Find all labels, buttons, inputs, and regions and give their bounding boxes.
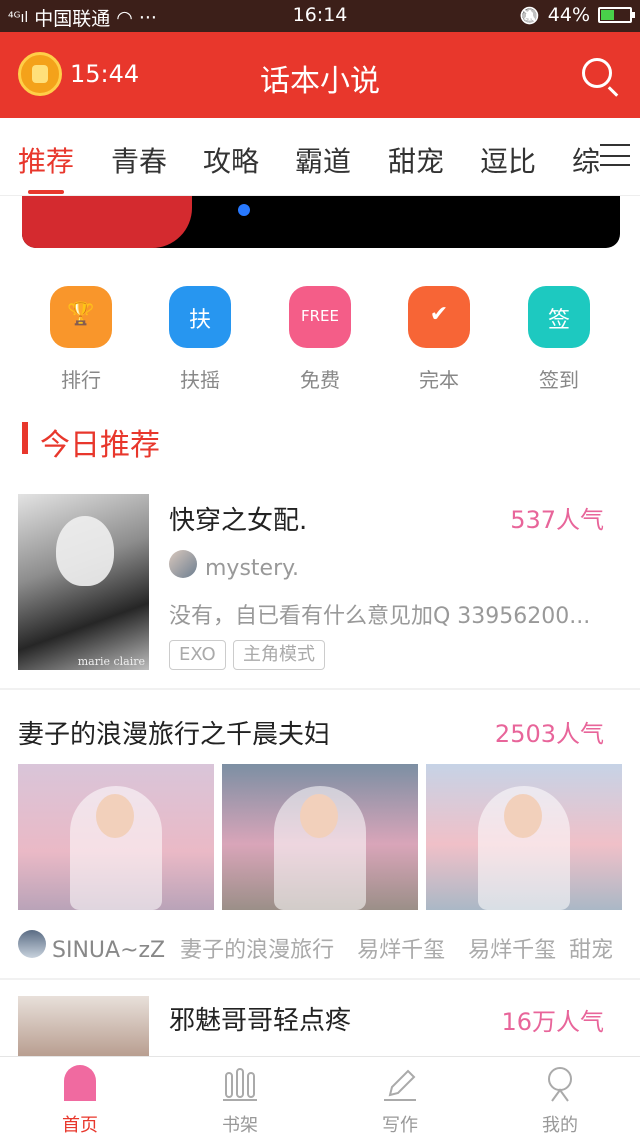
nav-home[interactable]: 首页 [0, 1057, 160, 1138]
divider [0, 688, 640, 690]
ranking-button[interactable]: 🏆 [50, 286, 112, 348]
popularity-count: 2503人气 [494, 720, 604, 748]
book-cover[interactable] [18, 996, 149, 1058]
book-title[interactable]: 邪魅哥哥轻点疼 [169, 1000, 351, 1037]
book-meta: SINUA~zZ 妻子的浪漫旅行 易烊千玺 易烊千玺 甜宠 [52, 932, 613, 964]
tab-sweet[interactable]: 甜宠 [388, 140, 444, 180]
search-icon[interactable] [582, 58, 612, 88]
trophy-icon: 🏆 [67, 302, 95, 327]
home-icon [64, 1065, 96, 1101]
fuyao-label: 扶摇 [180, 368, 220, 392]
app-title: 话本小说 [260, 64, 380, 99]
profile-icon [548, 1067, 572, 1102]
nav-label: 写作 [382, 1115, 418, 1136]
fuyao-icon: 扶 [188, 308, 211, 333]
popularity-count: 537人气 [510, 506, 604, 534]
fuyao-button[interactable]: 扶 [169, 286, 231, 348]
tab-variety[interactable]: 综 [572, 140, 600, 180]
nav-bookshelf[interactable]: 书架 [160, 1057, 320, 1138]
author-avatar[interactable] [18, 930, 46, 958]
tag-chip[interactable]: EXO [169, 640, 226, 670]
author-avatar[interactable] [169, 550, 197, 578]
nav-label: 首页 [62, 1115, 98, 1136]
status-bar: ⁴ᴳıl 中国联通 ◠ ··· 16:14 🔕 44% [0, 0, 640, 32]
tag-link[interactable]: 易烊千玺 [357, 938, 445, 963]
carousel-indicator [238, 204, 250, 216]
active-tab-indicator [28, 190, 64, 194]
cover-image[interactable] [222, 764, 418, 910]
nav-profile[interactable]: 我的 [480, 1057, 640, 1138]
section-marker [22, 422, 28, 454]
tab-domineering[interactable]: 霸道 [295, 140, 351, 180]
tab-youth[interactable]: 青春 [111, 140, 167, 180]
checkin-button[interactable]: 签 [528, 286, 590, 348]
author-name[interactable]: SINUA~zZ [52, 938, 165, 963]
bell-muted-icon: 🔕 [519, 5, 540, 25]
cover-image[interactable] [18, 764, 214, 910]
free-button[interactable]: FREE [289, 286, 351, 348]
tab-recommend[interactable]: 推荐 [18, 140, 74, 180]
free-icon: FREE [300, 307, 339, 325]
tab-strategy[interactable]: 攻略 [203, 140, 259, 180]
pen-icon [384, 1069, 416, 1101]
book-title[interactable]: 妻子的浪漫旅行之千晨夫妇 [18, 714, 330, 751]
tag-link[interactable]: 妻子的浪漫旅行 [180, 938, 334, 963]
status-right: 🔕 44% [519, 4, 635, 26]
completed-label: 完本 [419, 368, 459, 392]
section-title: 今日推荐 [40, 428, 160, 463]
battery-icon [598, 7, 635, 23]
check-icon: ✔ [429, 302, 449, 327]
free-label: 免费 [300, 368, 340, 392]
cover-image[interactable] [426, 764, 622, 910]
tab-funny[interactable]: 逗比 [480, 140, 536, 180]
nav-write[interactable]: 写作 [320, 1057, 480, 1138]
cover-caption: marie claire [77, 655, 145, 668]
battery-percent: 44% [547, 4, 590, 26]
tag-chip[interactable]: 主角模式 [233, 640, 325, 670]
menu-icon[interactable] [600, 144, 630, 166]
category-tabs: 推荐 青春 攻略 霸道 甜宠 逗比 综 [0, 118, 640, 196]
bottom-nav: 首页 书架 写作 我的 [0, 1056, 640, 1138]
book-cover[interactable]: marie claire [18, 494, 149, 670]
book-description: 没有，自已看有什么意见加Q 33956200... [169, 604, 591, 629]
checkin-label: 签到 [539, 368, 579, 392]
banner-carousel[interactable] [22, 196, 620, 248]
app-header: 15:44 话本小说 [0, 32, 640, 118]
divider [0, 978, 640, 980]
checkin-icon: 签 [547, 308, 570, 333]
banner-image [22, 196, 192, 248]
ranking-label: 排行 [61, 368, 101, 392]
book-title[interactable]: 快穿之女配. [169, 500, 307, 537]
tag-link[interactable]: 易烊千玺 [468, 938, 556, 963]
nav-label: 我的 [542, 1115, 578, 1136]
author-name[interactable]: mystery. [205, 556, 299, 581]
popularity-count: 16万人气 [501, 1008, 604, 1036]
completed-button[interactable]: ✔ [408, 286, 470, 348]
bookshelf-icon [223, 1068, 257, 1101]
nav-label: 书架 [222, 1115, 258, 1136]
tag-link[interactable]: 甜宠 [569, 938, 613, 963]
